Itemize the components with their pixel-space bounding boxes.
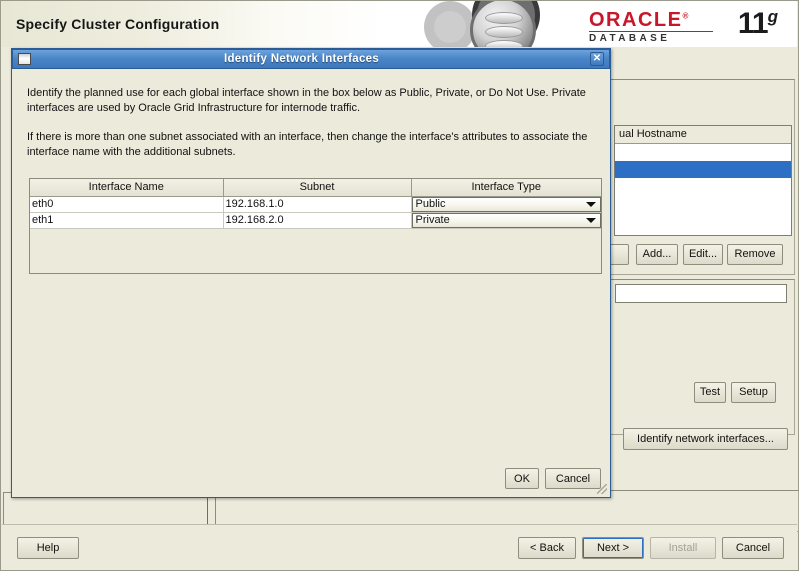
dialog-ok-button[interactable]: OK — [505, 468, 539, 489]
footer-cancel-button[interactable]: Cancel — [722, 537, 784, 559]
cell-interface-name[interactable]: eth1 — [30, 212, 224, 229]
hostnames-list-header: ual Hostname — [615, 126, 791, 144]
chevron-down-icon[interactable] — [586, 202, 596, 207]
identify-network-interfaces-button[interactable]: Identify network interfaces... — [623, 428, 788, 450]
hostnames-list[interactable]: ual Hostname — [614, 125, 792, 236]
list-item[interactable] — [615, 195, 791, 212]
oracle-product-name: DATABASE — [589, 33, 671, 44]
chevron-down-icon[interactable] — [586, 218, 596, 223]
list-item[interactable] — [615, 144, 791, 161]
interface-type-select[interactable]: Private — [411, 212, 601, 228]
installer-footer: Help < Back Next > Install Cancel — [2, 524, 797, 569]
dialog-titlebar[interactable]: Identify Network Interfaces ✕ — [12, 49, 610, 69]
test-button[interactable]: Test — [694, 382, 726, 403]
oracle-version: 11g — [737, 7, 778, 40]
dialog-title: Identify Network Interfaces — [223, 53, 380, 65]
table-row[interactable]: eth0 192.168.1.0 Public — [30, 196, 601, 213]
dialog-paragraph-1: Identify the planned use for each global… — [27, 87, 586, 114]
interface-type-value: Public — [415, 198, 446, 210]
help-button[interactable]: Help — [17, 537, 79, 559]
back-button[interactable]: < Back — [518, 537, 576, 559]
list-item[interactable] — [615, 161, 791, 178]
oracle-version-suffix: g — [767, 7, 778, 26]
cell-subnet[interactable]: 192.168.1.0 — [223, 196, 412, 213]
column-header-subnet[interactable]: Subnet — [223, 179, 412, 197]
interfaces-table: Interface Name Subnet Interface Type eth… — [30, 179, 601, 229]
install-button: Install — [650, 537, 716, 559]
list-item[interactable] — [615, 178, 791, 195]
column-header-virtual-hostname: ual Hostname — [619, 128, 687, 140]
close-icon[interactable]: ✕ — [590, 52, 604, 66]
page-title: Specify Cluster Configuration — [16, 16, 220, 32]
oracle-banner: Specify Cluster Configuration ORACLE® DA… — [2, 1, 797, 47]
screen: Specify Cluster Configuration ORACLE® DA… — [0, 0, 799, 571]
column-header-interface-type[interactable]: Interface Type — [411, 179, 601, 197]
remove-button[interactable]: Remove — [727, 244, 783, 265]
cell-interface-name[interactable]: eth0 — [30, 196, 224, 213]
identify-network-interfaces-dialog: Identify Network Interfaces ✕ Identify t… — [11, 48, 611, 498]
oracle-logo: ORACLE® DATABASE 11g — [589, 7, 779, 45]
oracle-wordmark: ORACLE® — [589, 9, 690, 31]
dialog-body: Identify the planned use for each global… — [13, 70, 609, 496]
list-item[interactable] — [615, 212, 791, 229]
logo-divider — [589, 31, 713, 32]
setup-button[interactable]: Setup — [731, 382, 776, 403]
cell-interface-type[interactable]: Public — [411, 196, 601, 213]
trademark-symbol: ® — [682, 11, 690, 21]
database-cylinder-icon — [470, 1, 536, 47]
cell-interface-type[interactable]: Private — [411, 212, 601, 229]
dialog-cancel-button[interactable]: Cancel — [545, 468, 601, 489]
resize-grip[interactable] — [597, 484, 607, 494]
table-header-row: Interface Name Subnet Interface Type — [30, 179, 601, 197]
next-button[interactable]: Next > — [582, 537, 644, 559]
dialog-paragraph-2: If there is more than one subnet associa… — [27, 131, 588, 158]
interface-type-select[interactable]: Public — [411, 196, 601, 212]
interfaces-table-container: Interface Name Subnet Interface Type eth… — [29, 178, 602, 274]
interface-type-value: Private — [415, 214, 450, 226]
add-button[interactable]: Add... — [636, 244, 678, 265]
table-row[interactable]: eth1 192.168.2.0 Private — [30, 212, 601, 229]
cell-subnet[interactable]: 192.168.2.0 — [223, 212, 412, 229]
ssh-text-field[interactable] — [615, 284, 787, 303]
edit-button[interactable]: Edit... — [683, 244, 723, 265]
column-header-interface-name[interactable]: Interface Name — [30, 179, 224, 197]
